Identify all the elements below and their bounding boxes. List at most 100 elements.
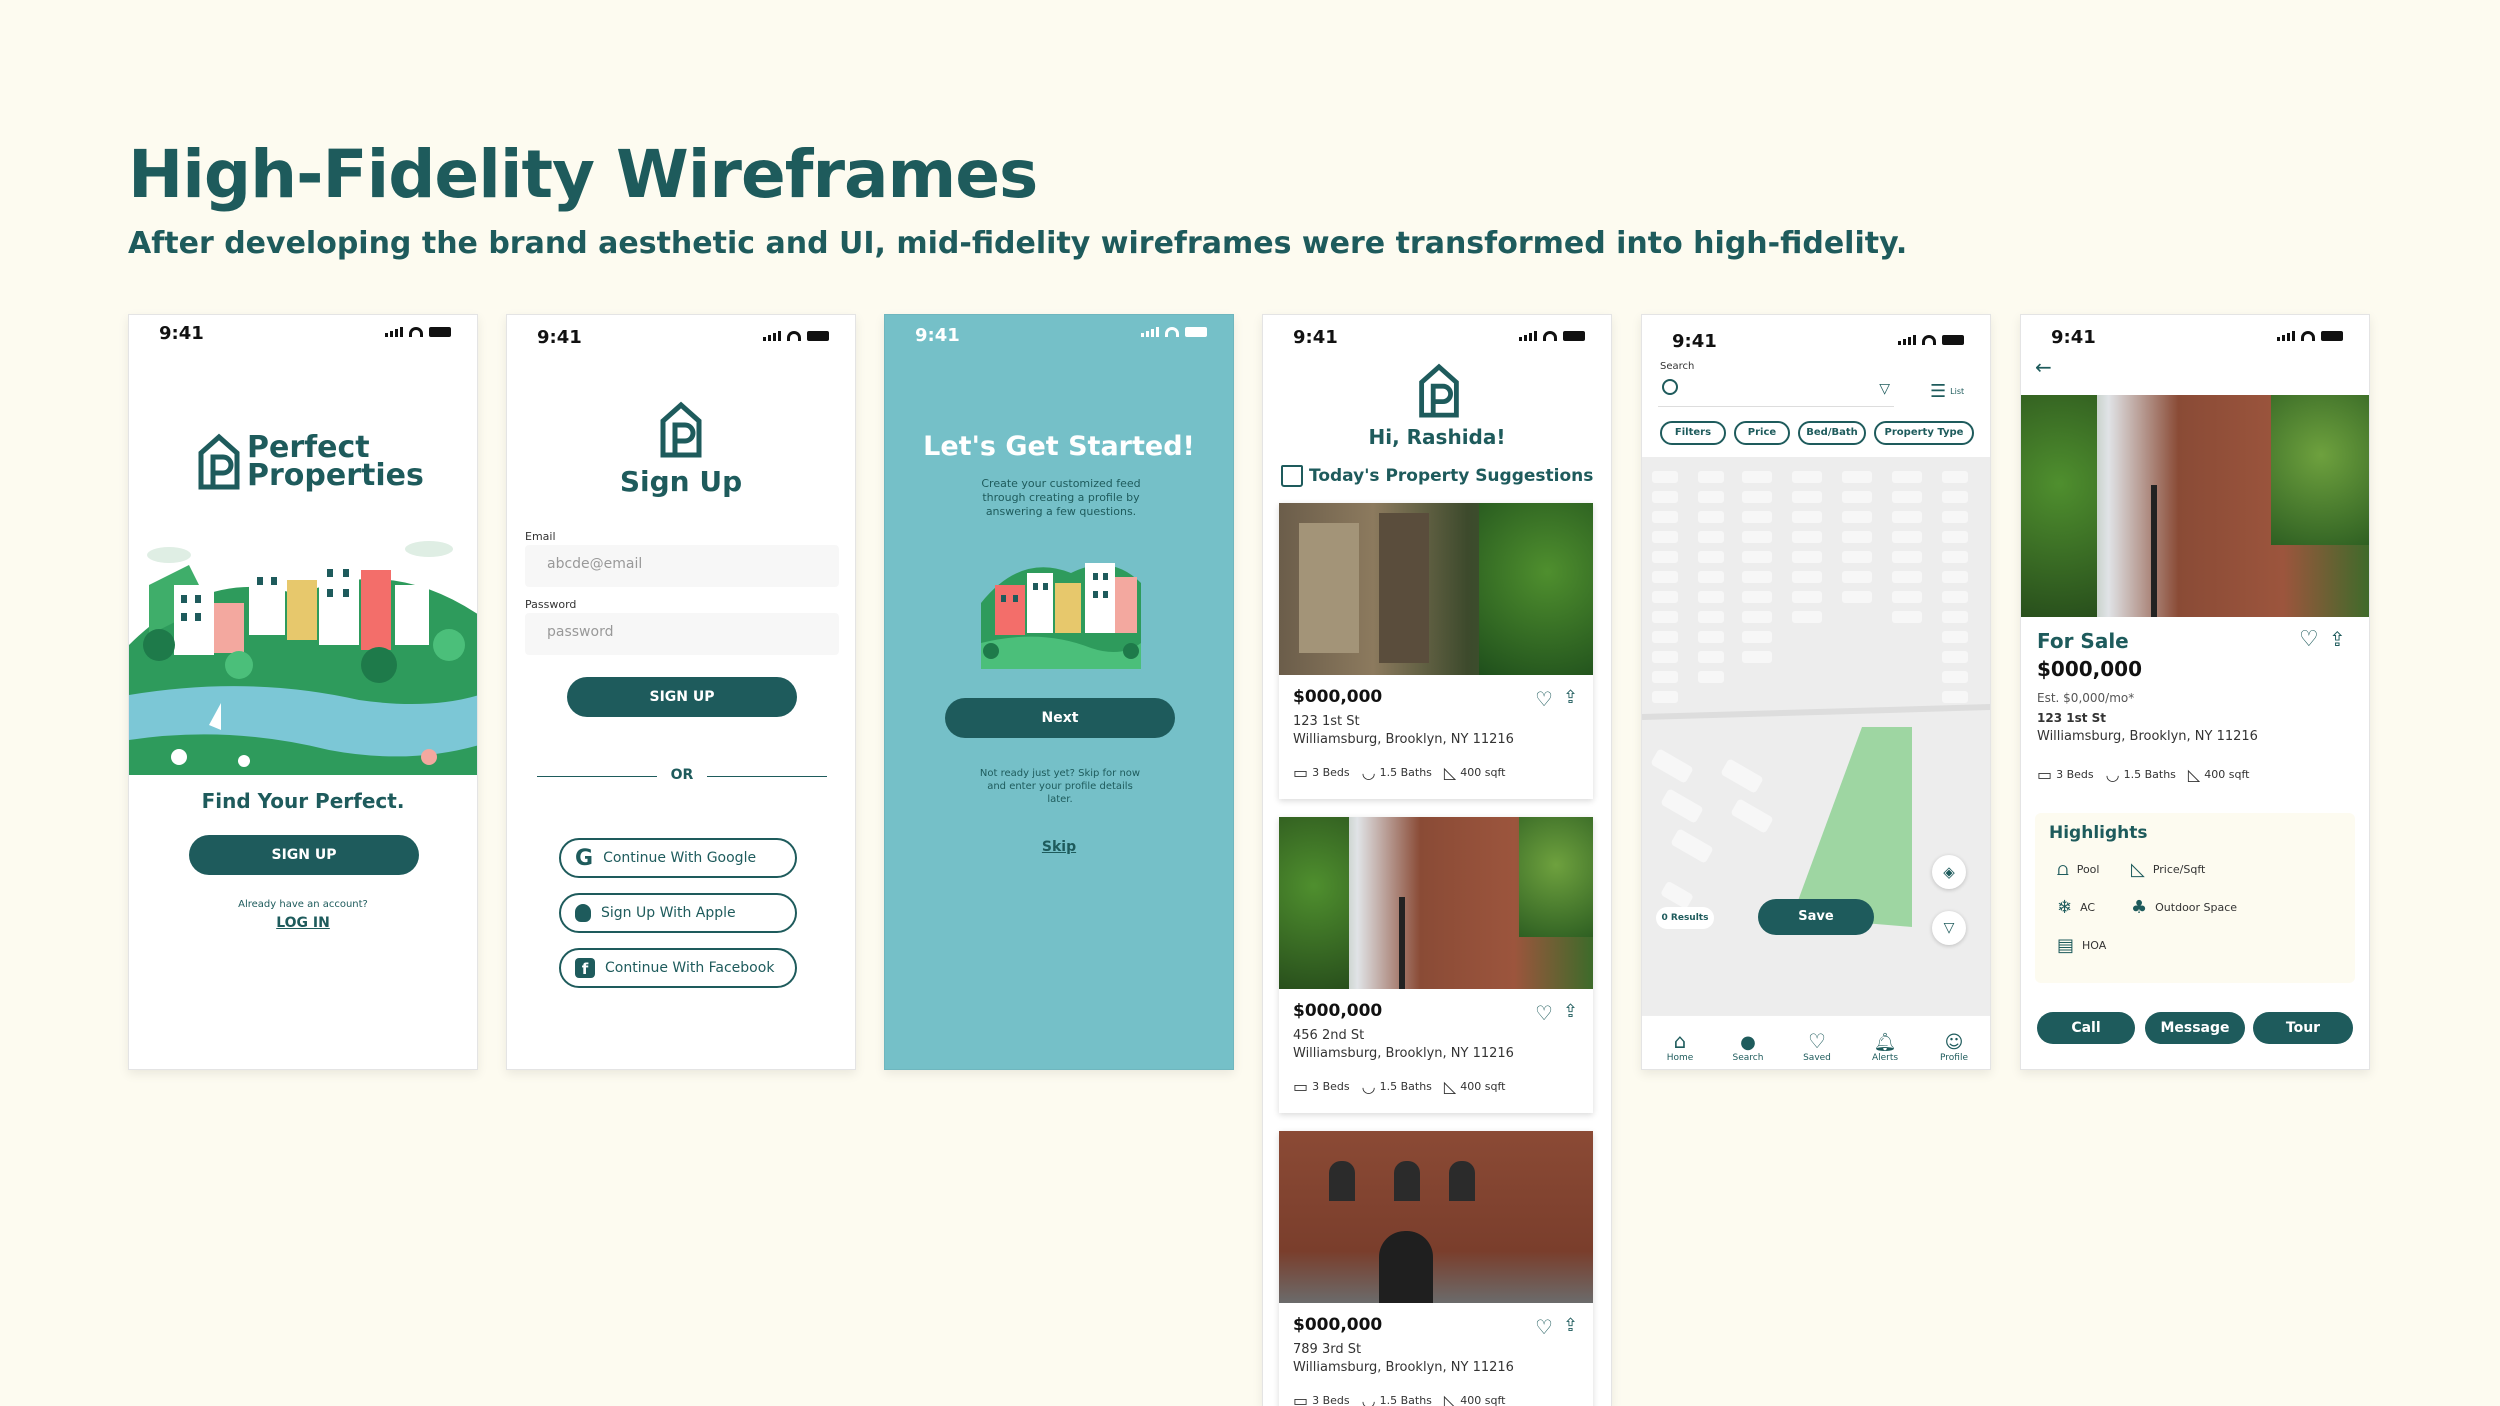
heart-icon[interactable]: ♡ xyxy=(1535,687,1553,711)
google-button[interactable]: G Continue With Google xyxy=(559,838,797,878)
skip-link[interactable]: Skip xyxy=(885,839,1233,855)
listing-features: ▭ 3 Beds ◡ 1.5 Baths ◺ 400 sqft xyxy=(1293,1391,1505,1406)
search-icon: ● xyxy=(1740,1032,1756,1053)
password-field[interactable]: password xyxy=(525,613,839,655)
listing-features: ▭ 3 Beds ◡ 1.5 Baths ◺ 400 sqft xyxy=(2037,765,2249,784)
filter-funnel-icon[interactable]: ▽ xyxy=(1879,381,1890,397)
status-time: 9:41 xyxy=(1293,327,1338,348)
search-bar[interactable]: ▽ xyxy=(1658,377,1894,407)
tagline: Find Your Perfect. xyxy=(201,789,405,813)
logo: Perfect Properties xyxy=(197,433,424,491)
layers-button[interactable]: ◈ xyxy=(1932,855,1966,889)
nav-home-label: Home xyxy=(1666,1053,1694,1063)
highlights-title: Highlights xyxy=(2049,823,2148,843)
search-icon[interactable] xyxy=(1662,379,1678,395)
list-icon: ☰ xyxy=(1930,381,1947,402)
listing-city: Williamsburg, Brooklyn, NY 11216 xyxy=(1293,1046,1514,1061)
filter-pill-property-type[interactable]: Property Type xyxy=(1874,421,1974,445)
share-icon[interactable]: ⇪ xyxy=(2329,627,2346,651)
beds: 3 Beds xyxy=(2056,768,2094,781)
facebook-icon: f xyxy=(575,958,595,978)
listing-street: 123 1st St xyxy=(2037,711,2107,725)
property-photo xyxy=(1279,1131,1593,1303)
email-field[interactable]: abcde@email xyxy=(525,545,839,587)
nav-home[interactable]: ⌂ Home xyxy=(1650,1029,1710,1063)
message-button[interactable]: Message xyxy=(2145,1012,2245,1044)
listing-card[interactable]: $000,000 ♡ ⇪ 789 3rd St Williamsburg, Br… xyxy=(1279,1131,1593,1406)
back-arrow-icon[interactable]: ← xyxy=(2035,355,2052,379)
bed-icon: ▭ xyxy=(2037,765,2053,784)
save-search-button[interactable]: Save xyxy=(1758,899,1874,935)
status-time: 9:41 xyxy=(159,323,204,344)
sqft-icon: ◺ xyxy=(1443,1391,1457,1406)
heart-icon[interactable]: ♡ xyxy=(2299,627,2319,652)
nav-alerts-label: Alerts xyxy=(1871,1053,1899,1063)
results-count: 0 Results xyxy=(1656,907,1714,929)
search-label: Search xyxy=(1660,361,1695,372)
tour-button[interactable]: Tour xyxy=(2253,1012,2353,1044)
listing-card[interactable]: $000,000 ♡ ⇪ 123 1st St Williamsburg, Br… xyxy=(1279,503,1593,799)
highlight-pool: ⩍ Pool xyxy=(2057,859,2099,880)
map-view[interactable]: 0 Results Save ◈ ▽ xyxy=(1642,457,1990,1017)
highlight-ac-label: AC xyxy=(2080,901,2096,914)
wifi-icon xyxy=(1165,327,1179,337)
login-link[interactable]: LOG IN xyxy=(129,915,477,931)
nav-search[interactable]: ● Search xyxy=(1718,1032,1778,1063)
screen-property-detail: 9:41 ← For Sale $000,000 ♡ ⇪ Est. $0,000… xyxy=(2020,314,2370,1070)
logo-icon xyxy=(660,401,702,458)
screen-map-search: 9:41 Search ▽ ☰ List Filters Price Bed/B… xyxy=(1641,314,1991,1070)
listing-card[interactable]: $000,000 ♡ ⇪ 456 2nd St Williamsburg, Br… xyxy=(1279,817,1593,1113)
apple-icon xyxy=(575,904,591,922)
highlight-price-sqft-label: Price/Sqft xyxy=(2152,863,2206,876)
email-label: Email xyxy=(525,530,556,543)
call-button[interactable]: Call xyxy=(2037,1012,2135,1044)
sqft-icon: ◺ xyxy=(1443,763,1457,782)
signup-button[interactable]: SIGN UP xyxy=(567,677,797,717)
draw-button[interactable]: ▽ xyxy=(1932,911,1966,945)
logo-icon xyxy=(198,433,240,490)
wifi-icon xyxy=(1922,335,1936,345)
share-icon[interactable]: ⇪ xyxy=(1563,687,1578,708)
layers-icon: ◈ xyxy=(1943,863,1955,881)
est-payment: Est. $0,000/mo* xyxy=(2037,691,2135,705)
facebook-button[interactable]: f Continue With Facebook xyxy=(559,948,797,988)
heart-icon[interactable]: ♡ xyxy=(1535,1315,1553,1339)
listing-street: 789 3rd St xyxy=(1293,1342,1362,1357)
nav-profile[interactable]: ☺ Profile xyxy=(1924,1032,1984,1063)
signup-button[interactable]: SIGN UP xyxy=(189,835,419,875)
ruler-icon: ◺ xyxy=(2131,859,2145,880)
beds: 3 Beds xyxy=(1312,1394,1350,1406)
bath-icon: ◡ xyxy=(1361,1391,1376,1406)
google-button-label: Continue With Google xyxy=(603,850,757,866)
calculator-icon: ▤ xyxy=(2057,935,2075,956)
signal-icon xyxy=(1141,327,1159,337)
status-time: 9:41 xyxy=(2051,327,2096,348)
property-photo xyxy=(2021,395,2369,617)
heart-icon[interactable]: ♡ xyxy=(1535,1001,1553,1025)
apple-button[interactable]: Sign Up With Apple xyxy=(559,893,797,933)
share-icon[interactable]: ⇪ xyxy=(1563,1001,1578,1022)
list-toggle[interactable]: ☰ List xyxy=(1930,381,1964,402)
nav-saved[interactable]: ♡ Saved xyxy=(1787,1029,1847,1063)
home-icon: ⌂ xyxy=(1673,1029,1687,1053)
filter-pill-filters[interactable]: Filters xyxy=(1660,421,1726,445)
city-illustration xyxy=(981,563,1141,669)
logo-icon xyxy=(1419,363,1459,418)
wifi-icon xyxy=(787,331,801,341)
sqft: 400 sqft xyxy=(1460,1080,1506,1093)
status-bar: 9:41 xyxy=(1642,315,1990,352)
next-button[interactable]: Next xyxy=(945,698,1175,738)
filter-pill-price[interactable]: Price xyxy=(1734,421,1790,445)
nav-alerts[interactable]: 🔔︎ Alerts xyxy=(1855,1032,1915,1063)
screen-title: Sign Up xyxy=(619,465,743,498)
sqft: 400 sqft xyxy=(1460,1394,1506,1406)
listing-street: 123 1st St xyxy=(1293,714,1360,729)
signal-icon xyxy=(763,331,781,341)
share-icon[interactable]: ⇪ xyxy=(1563,1315,1578,1336)
heart-icon: ♡ xyxy=(1808,1029,1826,1053)
google-icon: G xyxy=(575,845,594,871)
filter-pill-bed-bath[interactable]: Bed/Bath xyxy=(1798,421,1866,445)
sqft: 400 sqft xyxy=(1460,766,1506,779)
bed-icon: ▭ xyxy=(1293,763,1309,782)
bell-icon: 🔔︎ xyxy=(1873,1032,1897,1053)
